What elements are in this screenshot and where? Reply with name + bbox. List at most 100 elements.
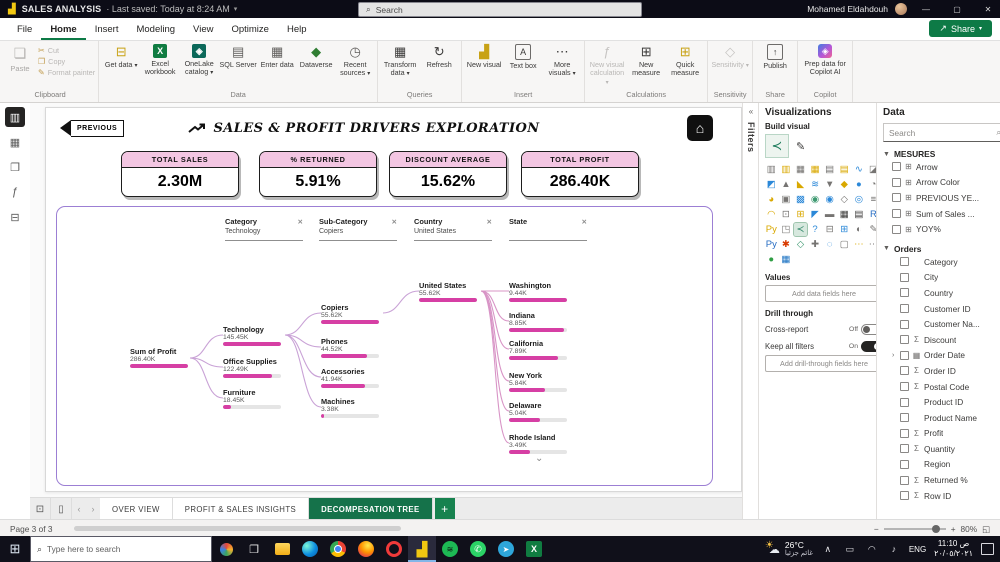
menu-tab-modeling[interactable]: Modeling (127, 18, 184, 40)
visual-icon[interactable]: ◠ (765, 208, 778, 221)
kpi-card-total-sales[interactable]: TOTAL SALES 2.30M (121, 151, 239, 197)
menu-tab-help[interactable]: Help (278, 18, 316, 40)
global-search-input[interactable]: ⌕ Search (358, 2, 642, 17)
field-item[interactable]: › ▦ Order Date (883, 348, 1000, 364)
tree-node-phones[interactable]: Phones 44.52K (321, 337, 385, 358)
kpi-card-returned[interactable]: % RETURNED 5.91% (259, 151, 377, 197)
visual-icon[interactable]: ◩ (765, 178, 778, 191)
power-automate-icon[interactable]: ● (765, 253, 778, 266)
selected-visual-decomposition-tree[interactable]: ≺ (765, 134, 789, 158)
maximize-button[interactable]: ▢ (945, 0, 969, 18)
table-view-icon[interactable]: ▦ (5, 132, 25, 152)
chrome-icon[interactable] (324, 536, 352, 562)
visual-icon[interactable]: ▤ (823, 163, 836, 176)
clear-filter-icon[interactable]: ✕ (487, 218, 492, 226)
visual-icon[interactable]: ◕ (765, 193, 778, 206)
excel-workbook-button[interactable]: X Excel workbook (141, 42, 179, 79)
field-item[interactable]: Σ Postal Code (883, 379, 1000, 395)
visual-icon[interactable]: ? (809, 223, 822, 236)
field-item[interactable]: Category (883, 254, 1000, 270)
taskbar-search-input[interactable]: ⌕ Type here to search (30, 536, 212, 562)
copy-button[interactable]: ❐ Copy (38, 57, 95, 66)
zoom-slider[interactable] (883, 524, 946, 533)
tmdl-view-icon[interactable]: ⊟ (5, 207, 25, 227)
tree-node-delaware[interactable]: Delaware 5.04K (509, 401, 573, 422)
text-box-button[interactable]: A Text box (504, 42, 542, 73)
clear-filter-icon[interactable]: ✕ (392, 218, 397, 226)
tree-node-sum-of-profit[interactable]: Sum of Profit 286.40K (130, 347, 194, 368)
field-item[interactable]: Product Name (883, 410, 1000, 426)
field-checkbox[interactable] (900, 459, 909, 469)
visual-icon[interactable]: Py (765, 223, 778, 236)
avatar[interactable] (895, 3, 907, 15)
field-item[interactable]: Country (883, 285, 1000, 301)
hidden-icons-chevron[interactable]: ∧ (821, 544, 835, 555)
expand-filters-icon[interactable]: « (749, 107, 753, 116)
field-checkbox[interactable] (892, 177, 901, 187)
visual-icon[interactable]: ▣ (780, 193, 793, 206)
publish-button[interactable]: ↑ Publish (756, 42, 794, 73)
previous-tab-arrow-icon[interactable]: ‹ (72, 498, 86, 520)
user-name[interactable]: Mohamed Eldahdouh (807, 4, 888, 14)
telegram-icon[interactable]: ➤ (492, 536, 520, 562)
visual-icon[interactable]: ◤ (809, 208, 822, 221)
visual-icon[interactable]: ✱ (780, 238, 793, 251)
menu-tab-home[interactable]: Home (41, 18, 85, 40)
visual-icon[interactable]: ≋ (809, 178, 822, 191)
horizontal-scrollbar[interactable] (60, 525, 865, 532)
tree-node-united-states[interactable]: United States 55.62K (419, 281, 483, 302)
visual-icon[interactable]: ✚ (809, 238, 822, 251)
scroll-more-chevron-icon[interactable]: ⌄ (535, 453, 543, 464)
field-item[interactable]: Customer ID (883, 301, 1000, 317)
field-item[interactable]: City (883, 270, 1000, 286)
desktop-layout-icon[interactable]: ⊡ (30, 498, 51, 520)
slicer-state[interactable]: State ✕ (509, 217, 587, 241)
slicer-value[interactable]: Technology (225, 226, 303, 241)
new-visual-calculation-button[interactable]: ƒ New visual calculation ▾ (588, 42, 626, 88)
slicer-value[interactable]: Copiers (319, 226, 397, 241)
field-checkbox[interactable] (900, 491, 909, 501)
field-checkbox[interactable] (900, 288, 909, 298)
zoom-in-icon[interactable]: + (951, 524, 956, 534)
paste-button[interactable]: ❏ Paste (5, 42, 35, 89)
prep-data-for-copilot-button[interactable]: ◈ Prep data for Copilot AI (801, 42, 849, 79)
weather-widget[interactable]: ☀ ☁ 26°C غائم جزئيا (765, 540, 813, 558)
share-button[interactable]: ↗ Share ▾ (929, 20, 992, 37)
network-icon[interactable]: ◠ (865, 544, 879, 555)
quick-measure-button[interactable]: ⊞ Quick measure (666, 42, 704, 80)
visual-icon[interactable]: ▲ (780, 178, 793, 191)
fields-search-input[interactable]: Search ⌕ (883, 123, 1000, 142)
field-item[interactable]: Σ Quantity (883, 441, 1000, 457)
search-highlights-slot[interactable] (212, 536, 240, 562)
visual-icon[interactable]: ▤ (838, 163, 851, 176)
field-checkbox[interactable] (900, 366, 909, 376)
mobile-layout-icon[interactable]: ▯ (51, 498, 72, 520)
tree-node-office-supplies[interactable]: Office Supplies 122.49K (223, 357, 287, 378)
visual-icon[interactable]: ▦ (838, 208, 851, 221)
visual-icon[interactable]: Py (765, 238, 778, 251)
title-caret-icon[interactable]: ▾ (234, 5, 238, 13)
visual-icon[interactable]: ▦ (794, 163, 807, 176)
excel-icon[interactable]: X (520, 536, 548, 562)
task-view-icon[interactable]: ❐ (240, 536, 268, 562)
start-button[interactable]: ⊞ (0, 536, 30, 562)
visual-icon[interactable]: ▢ (838, 238, 851, 251)
visual-icon[interactable]: ◇ (794, 238, 807, 251)
refresh-button[interactable]: ↻ Refresh (420, 42, 458, 72)
onelake-catalog-button[interactable]: ◈ OneLake catalog ▾ (180, 42, 218, 79)
fit-to-page-icon[interactable]: ◱ (982, 524, 990, 534)
field-checkbox[interactable] (900, 272, 909, 282)
visual-icon[interactable]: ◉ (823, 193, 836, 206)
format-painter-button[interactable]: ✎ Format painter (38, 68, 95, 77)
visual-icon[interactable]: ⋯ (853, 238, 866, 251)
close-button[interactable]: ✕ (976, 0, 1000, 18)
menu-tab-view[interactable]: View (184, 18, 222, 40)
visual-icon[interactable]: ◆ (838, 178, 851, 191)
field-checkbox[interactable] (900, 397, 909, 407)
field-checkbox[interactable] (900, 319, 909, 329)
orders-table-header[interactable]: ▼ Orders (883, 244, 1000, 254)
field-checkbox[interactable] (900, 382, 909, 392)
field-checkbox[interactable] (900, 413, 909, 423)
whatsapp-icon[interactable]: ✆ (464, 536, 492, 562)
field-item[interactable]: Σ Returned % (883, 472, 1000, 488)
